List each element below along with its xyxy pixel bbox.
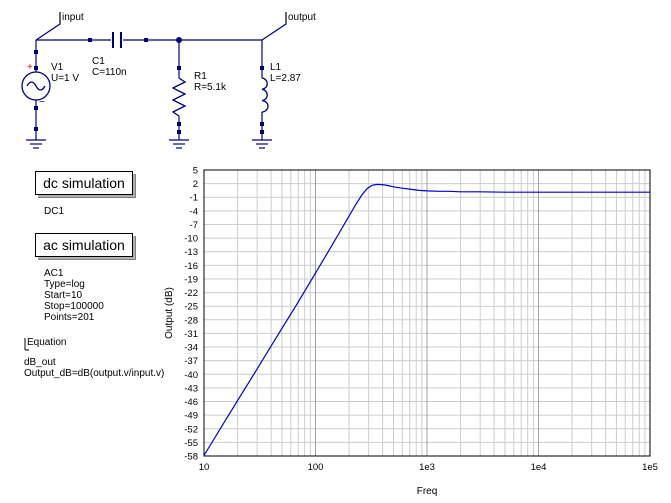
y-tick-label: -4 <box>190 206 198 217</box>
y-tick-label: -19 <box>184 274 198 285</box>
y-tick-label: -46 <box>184 397 198 408</box>
x-tick-label: 1e3 <box>419 462 435 473</box>
y-tick-label: -52 <box>184 424 198 435</box>
y-tick-label: -7 <box>190 220 198 231</box>
y-tick-label: -10 <box>184 234 198 245</box>
y-tick-label: -37 <box>184 356 198 367</box>
ac-response-plot[interactable]: 5 2 -1 -4 -7 -10 -13 -16 -19 -22 -25 -28 -31 -34 -37 -4… <box>0 0 671 503</box>
y-tick-label: 5 <box>193 166 198 177</box>
y-tick-label: -34 <box>184 343 198 354</box>
y-tick-label: -1 <box>190 193 198 204</box>
y-tick-label: -43 <box>184 383 198 394</box>
plot-x-axis-label: Freq <box>417 486 438 497</box>
y-tick-label: -16 <box>184 261 198 272</box>
y-tick-label: -22 <box>184 288 198 299</box>
x-tick-label: 10 <box>199 462 210 473</box>
plot-y-axis-label: Output (dB) <box>164 287 175 339</box>
x-tick-label: 1e5 <box>642 462 658 473</box>
y-tick-label: 2 <box>193 179 198 190</box>
plot-minor-grid <box>237 170 646 456</box>
y-tick-label: -55 <box>184 438 198 449</box>
y-tick-label: -49 <box>184 411 198 422</box>
x-tick-label: 100 <box>308 462 324 473</box>
y-tick-label: -25 <box>184 302 198 313</box>
y-tick-label: -40 <box>184 370 198 381</box>
plot-y-tick-labels: 5 2 -1 -4 -7 -10 -13 -16 -19 -22 -25 -28 -31 -34 -37 -4… <box>184 166 198 463</box>
plot-x-tick-labels: 10 100 1e3 1e4 1e5 <box>199 462 658 473</box>
y-tick-label: -31 <box>184 329 198 340</box>
x-tick-label: 1e4 <box>531 462 547 473</box>
y-tick-label: -58 <box>184 452 198 463</box>
y-tick-label: -28 <box>184 315 198 326</box>
y-tick-label: -13 <box>184 247 198 258</box>
